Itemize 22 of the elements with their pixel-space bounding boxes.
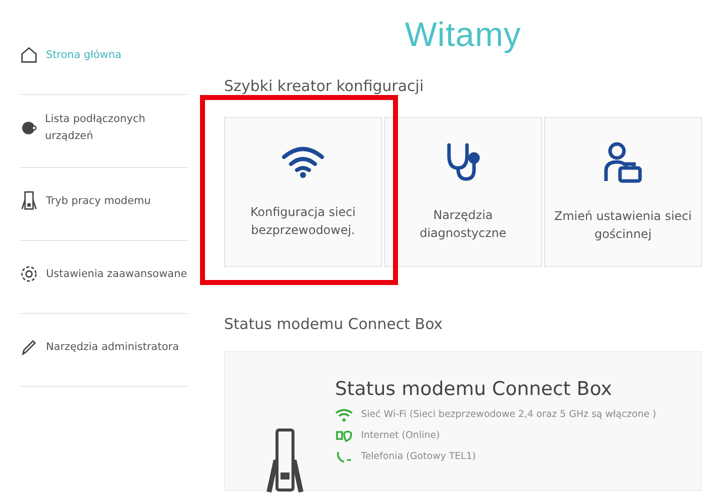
sidebar-item[interactable]: Tryb pracy modemu <box>46 192 151 210</box>
wifi-icon <box>281 145 325 179</box>
modem-icon <box>20 191 38 211</box>
section-heading: Status modemu Connect Box <box>224 315 444 333</box>
wizard-tile[interactable]: Konfiguracja sieci bezprzewodowej. <box>224 117 382 267</box>
status-text: Internet (Online) <box>361 430 440 441</box>
status-text: Sieć Wi-Fi (Sieci bezprzewodowe 2,4 oraz 5 GHz są włączone ) <box>361 409 656 420</box>
card-title: Status modemu Connect Box <box>335 378 613 400</box>
wizard-tile[interactable]: Narzędzia diagnostyczne <box>384 117 542 267</box>
section-heading: Szybki kreator konfiguracji <box>224 77 425 95</box>
sidebar-item[interactable]: Narzędzia administratora <box>46 338 179 356</box>
settings-icon <box>20 264 38 284</box>
wizard-tile[interactable]: Zmień ustawienia sieci gościnnej <box>544 117 702 267</box>
guest-person-icon <box>603 141 643 183</box>
home-icon <box>20 45 38 65</box>
sidebar-item[interactable]: Ustawienia zaawansowane <box>46 266 188 282</box>
phone-icon <box>335 450 353 464</box>
sidebar-item[interactable]: Lista podłączonych urządzeń <box>44 111 188 145</box>
wifi-icon <box>335 408 353 422</box>
page-title: Witamy <box>404 16 522 55</box>
status-text: Telefonia (Gotowy TEL1) <box>361 451 476 462</box>
internet-icon <box>335 428 353 442</box>
